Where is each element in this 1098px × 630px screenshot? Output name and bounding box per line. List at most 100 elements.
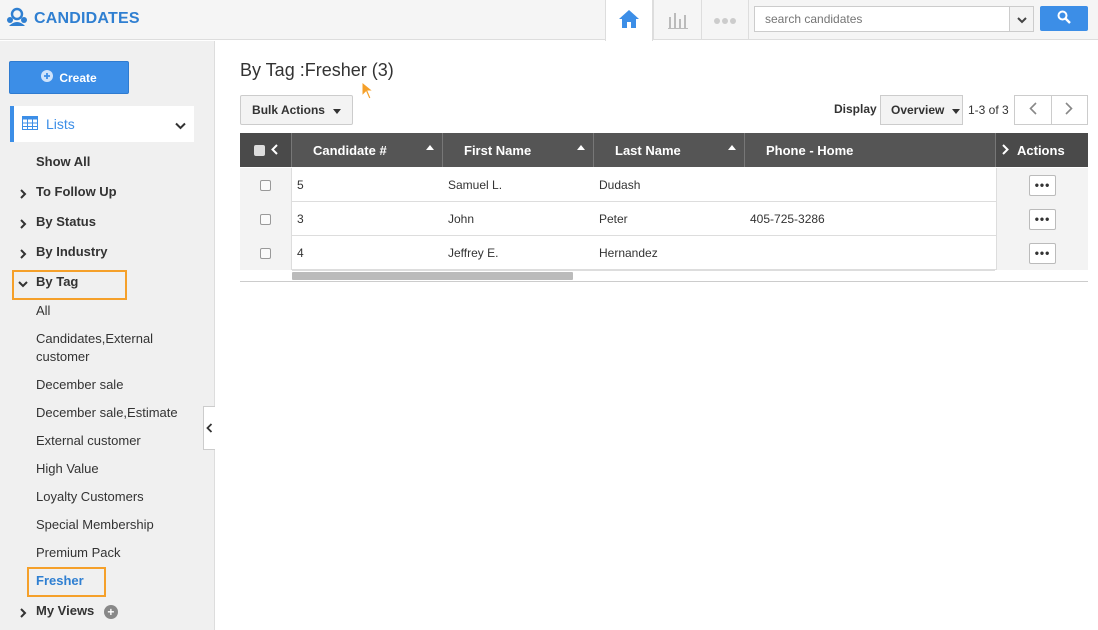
sidebar-item-to-follow-up[interactable]: To Follow Up (36, 183, 117, 201)
sidebar-item-by-industry[interactable]: By Industry (36, 243, 108, 261)
cell-candidate: 4 (297, 246, 304, 260)
search-dropdown-button[interactable] (1009, 7, 1033, 31)
add-view-icon[interactable]: + (103, 604, 118, 619)
prev-page-button[interactable] (1015, 96, 1052, 124)
reports-nav-button[interactable] (653, 0, 701, 40)
table-divider (240, 281, 1088, 282)
top-bar: CANDIDATES (0, 0, 1098, 41)
create-label: Create (59, 70, 97, 85)
horizontal-scrollbar[interactable] (292, 270, 995, 280)
column-label: First Name (464, 142, 532, 158)
table-row[interactable]: 4 Jeffrey E. Hernandez ••• (240, 236, 1088, 270)
chevron-down-icon (175, 118, 186, 133)
row-actions-cell: ••• (996, 168, 1088, 202)
tag-item-special-membership[interactable]: Special Membership (36, 516, 154, 534)
collapse-sidebar-button[interactable] (203, 406, 215, 450)
row-checkbox[interactable] (260, 213, 271, 225)
next-page-button[interactable] (1052, 96, 1088, 124)
column-header-phone-home[interactable]: Phone - Home (745, 133, 996, 167)
row-actions-cell: ••• (996, 236, 1088, 270)
plus-circle-icon (41, 70, 54, 85)
more-dots-icon (714, 13, 736, 28)
tag-item-loyalty-customers[interactable]: Loyalty Customers (36, 488, 144, 506)
tag-item-december-sale-estimate[interactable]: December sale,Estimate (36, 404, 178, 422)
table-row[interactable]: 3 John Peter 405-725-3286 ••• (240, 202, 1088, 236)
row-actions-cell: ••• (996, 202, 1088, 236)
row-checkbox[interactable] (260, 179, 271, 191)
cell-last-name: Hernandez (599, 246, 658, 260)
row-actions-button[interactable]: ••• (1029, 208, 1056, 230)
tag-item-december-sale[interactable]: December sale (36, 376, 123, 394)
create-button[interactable]: Create (9, 61, 129, 94)
chevron-right-icon[interactable] (18, 187, 28, 199)
sidebar-item-by-tag[interactable]: By Tag (36, 273, 78, 291)
scrollbar-thumb[interactable] (292, 272, 573, 280)
chevron-left-icon[interactable] (270, 143, 278, 158)
tag-item-candidates-external-customer[interactable]: Candidates,External customer (36, 330, 196, 366)
bulk-actions-button[interactable]: Bulk Actions (240, 95, 353, 125)
table-row[interactable]: 5 Samuel L. Dudash ••• (240, 168, 1088, 202)
display-value: Overview (891, 103, 945, 117)
cell-last-name: Dudash (599, 178, 641, 192)
chevron-down-icon (1016, 12, 1027, 27)
home-icon (618, 9, 640, 32)
chevron-right-icon[interactable] (1002, 143, 1009, 158)
tag-item-high-value[interactable]: High Value (36, 460, 99, 478)
display-label: Display (834, 102, 877, 116)
search-input[interactable] (755, 7, 1007, 31)
my-views-label: My Views (36, 603, 95, 618)
search-button[interactable] (1040, 6, 1088, 31)
sidebar-item-show-all[interactable]: Show All (36, 153, 90, 171)
sort-asc-icon (728, 145, 736, 150)
column-header-first-name[interactable]: First Name (443, 133, 594, 167)
grid-list-icon (22, 115, 38, 133)
cell-last-name: Peter (599, 212, 628, 226)
sidebar-item-by-status[interactable]: By Status (36, 213, 96, 231)
chevron-left-icon (1029, 102, 1037, 118)
lists-dropdown[interactable]: Lists (10, 106, 194, 142)
chevron-right-icon (1065, 102, 1073, 118)
sidebar-item-my-views[interactable]: My Views + (36, 602, 118, 620)
tag-item-external-customer[interactable]: External customer (36, 432, 141, 450)
bulk-actions-label: Bulk Actions (252, 103, 325, 117)
row-actions-button[interactable]: ••• (1029, 242, 1056, 264)
sort-asc-icon (426, 145, 434, 150)
app-title: CANDIDATES (34, 9, 140, 27)
column-label: Candidate # (313, 142, 387, 158)
cell-first-name: Jeffrey E. (448, 246, 499, 260)
column-header-last-name[interactable]: Last Name (594, 133, 745, 167)
caret-down-icon (952, 103, 961, 117)
chevron-right-icon[interactable] (18, 217, 28, 229)
sidebar: Create Lists Show All To Follow Up By St… (0, 41, 215, 630)
column-label: Actions (1017, 142, 1065, 158)
top-nav (605, 0, 749, 41)
row-select-cell (240, 202, 292, 236)
select-all-checkbox[interactable] (253, 144, 265, 156)
lists-label: Lists (46, 116, 75, 132)
sort-asc-icon (577, 145, 585, 150)
chevron-left-icon (206, 421, 213, 436)
chevron-down-icon[interactable] (18, 277, 28, 288)
page-title: By Tag :Fresher (3) (240, 60, 394, 80)
chevron-right-icon[interactable] (18, 247, 28, 259)
row-select-cell (240, 236, 292, 270)
mouse-cursor-icon (360, 80, 375, 105)
cell-candidate: 5 (297, 178, 304, 192)
tag-item-fresher[interactable]: Fresher (36, 572, 84, 590)
more-nav-button[interactable] (701, 0, 749, 40)
tag-item-all[interactable]: All (36, 302, 50, 320)
row-actions-button[interactable]: ••• (1029, 174, 1056, 196)
column-header-candidate[interactable]: Candidate # (292, 133, 443, 167)
chevron-right-icon[interactable] (18, 606, 28, 618)
cell-candidate: 3 (297, 212, 304, 226)
cell-first-name: Samuel L. (448, 178, 503, 192)
app-brand[interactable]: CANDIDATES (6, 7, 140, 30)
tag-item-premium-pack[interactable]: Premium Pack (36, 544, 121, 562)
display-select[interactable]: Overview (880, 95, 963, 125)
row-checkbox[interactable] (260, 247, 271, 259)
record-count: 1-3 of 3 (968, 103, 1009, 117)
home-nav-button[interactable] (605, 0, 653, 41)
caret-down-icon (332, 103, 341, 117)
row-select-cell (240, 168, 292, 202)
pager (1014, 95, 1088, 125)
